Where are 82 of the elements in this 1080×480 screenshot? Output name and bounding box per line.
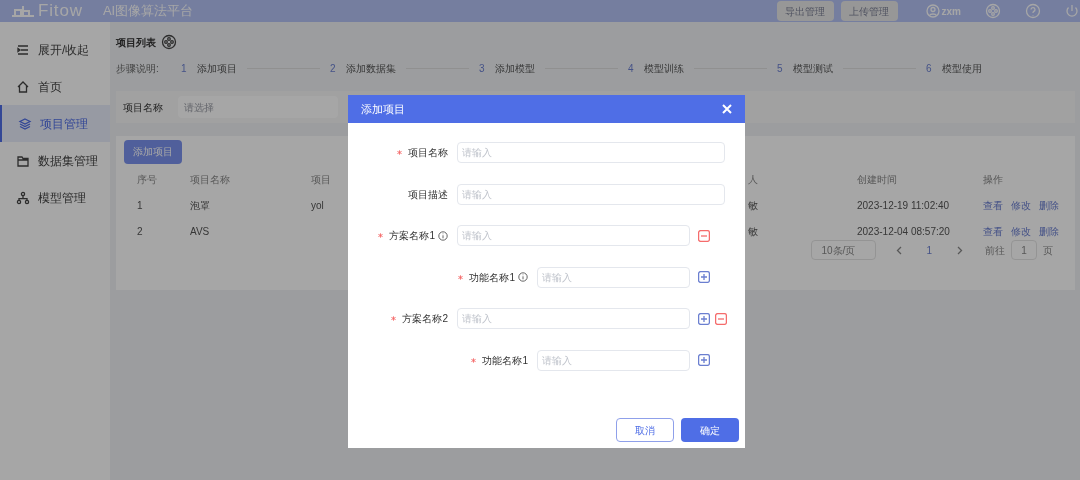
table-cell: 敏 [748,226,758,237]
required-icon [378,233,384,238]
action-link[interactable]: 查看 [983,224,1003,239]
column-header: 项目 [311,174,331,185]
column-header: 序号 [137,174,157,185]
sidebar-item[interactable]: 项目管理 [0,105,110,142]
sidebar-item[interactable]: 首页 [0,68,110,105]
film-reel-icon[interactable] [161,34,177,50]
info-icon [518,272,528,282]
page-number[interactable]: 1 [926,242,932,258]
sidebar-item[interactable]: 展开/收起 [0,31,110,68]
field-label: 功能名称1 [469,270,515,285]
field-label: 项目名称 [408,146,448,160]
column-header: 操作 [983,174,1003,185]
table-cell: 2023-12-04 08:57:20 [857,226,950,237]
step-number: 2 [330,61,337,76]
step-number: 4 [628,61,635,76]
add-icon[interactable] [698,354,710,366]
user-icon [925,4,940,18]
step-label: 模型训练 [644,61,684,76]
column-header: 人 [748,174,758,185]
info-icon [438,230,448,241]
folder-icon [16,153,30,168]
field-label: 功能名称1 [482,353,528,368]
step-label: 添加模型 [495,61,535,76]
filter-label: 项目名称 [123,100,164,115]
remove-icon[interactable] [715,312,727,325]
table-cell: yol [311,200,324,211]
page-size-select[interactable]: 10条/页 [811,240,877,260]
table-cell: 泡罩 [190,200,210,211]
power-icon[interactable] [1064,3,1080,19]
add-icon[interactable] [698,271,710,283]
step-number: 5 [777,61,784,76]
help-icon[interactable] [1025,3,1041,19]
hierarchy-icon [16,190,30,205]
table-cell: AVS [190,226,210,237]
page-title: 项目列表 [116,35,156,50]
cancel-button[interactable]: 取消 [616,418,674,442]
logo-icon [10,4,36,18]
action-link[interactable]: 删除 [1039,198,1059,213]
step-number: 1 [181,61,188,76]
step-number: 6 [926,61,933,76]
required-icon [471,357,477,363]
action-link[interactable]: 修改 [1011,224,1031,239]
remove-icon[interactable] [698,229,710,242]
prev-page-icon[interactable] [896,245,903,255]
header-button[interactable]: 导出管理 [776,1,834,21]
field-label: 项目描述 [408,187,448,202]
required-icon [391,316,397,321]
step-label: 添加项目 [197,61,237,76]
confirm-button[interactable]: 确定 [681,418,739,442]
required-icon [397,150,402,155]
action-link[interactable]: 删除 [1039,224,1059,239]
collapse-icon [16,42,30,57]
table-cell: 1 [137,200,143,211]
field-label: 方案名称2 [402,312,448,326]
table-cell: 2 [137,226,143,237]
next-page-icon[interactable] [957,245,963,255]
step-number: 3 [479,61,486,76]
column-header: 项目名称 [190,174,230,185]
sidebar-item[interactable]: 数据集管理 [0,142,110,179]
sidebar-item[interactable]: 模型管理 [0,179,110,216]
step-label: 模型使用 [942,61,982,76]
page-unit: 页 [1043,243,1053,258]
table-cell: 敏 [748,200,758,211]
add-icon[interactable] [698,312,710,325]
goto-field[interactable]: 1 [1011,240,1037,260]
column-header: 创建时间 [857,174,897,185]
action-link[interactable]: 修改 [1011,198,1031,213]
goto-label: 前往 [985,243,1005,258]
steps-label: 步骤说明: [116,61,160,76]
home-icon [16,79,30,94]
required-icon [458,274,464,280]
close-icon[interactable] [722,104,732,114]
action-link[interactable]: 查看 [983,198,1003,213]
dialog-title: 添加项目 [361,101,405,117]
step-label: 添加数据集 [346,61,396,76]
step-label: 模型测试 [793,61,833,76]
add-project-button[interactable]: 添加项目 [124,139,182,164]
layers-icon [18,116,32,131]
field-label: 方案名称1 [389,229,435,243]
table-cell: 2023-12-19 11:02:40 [857,200,950,211]
